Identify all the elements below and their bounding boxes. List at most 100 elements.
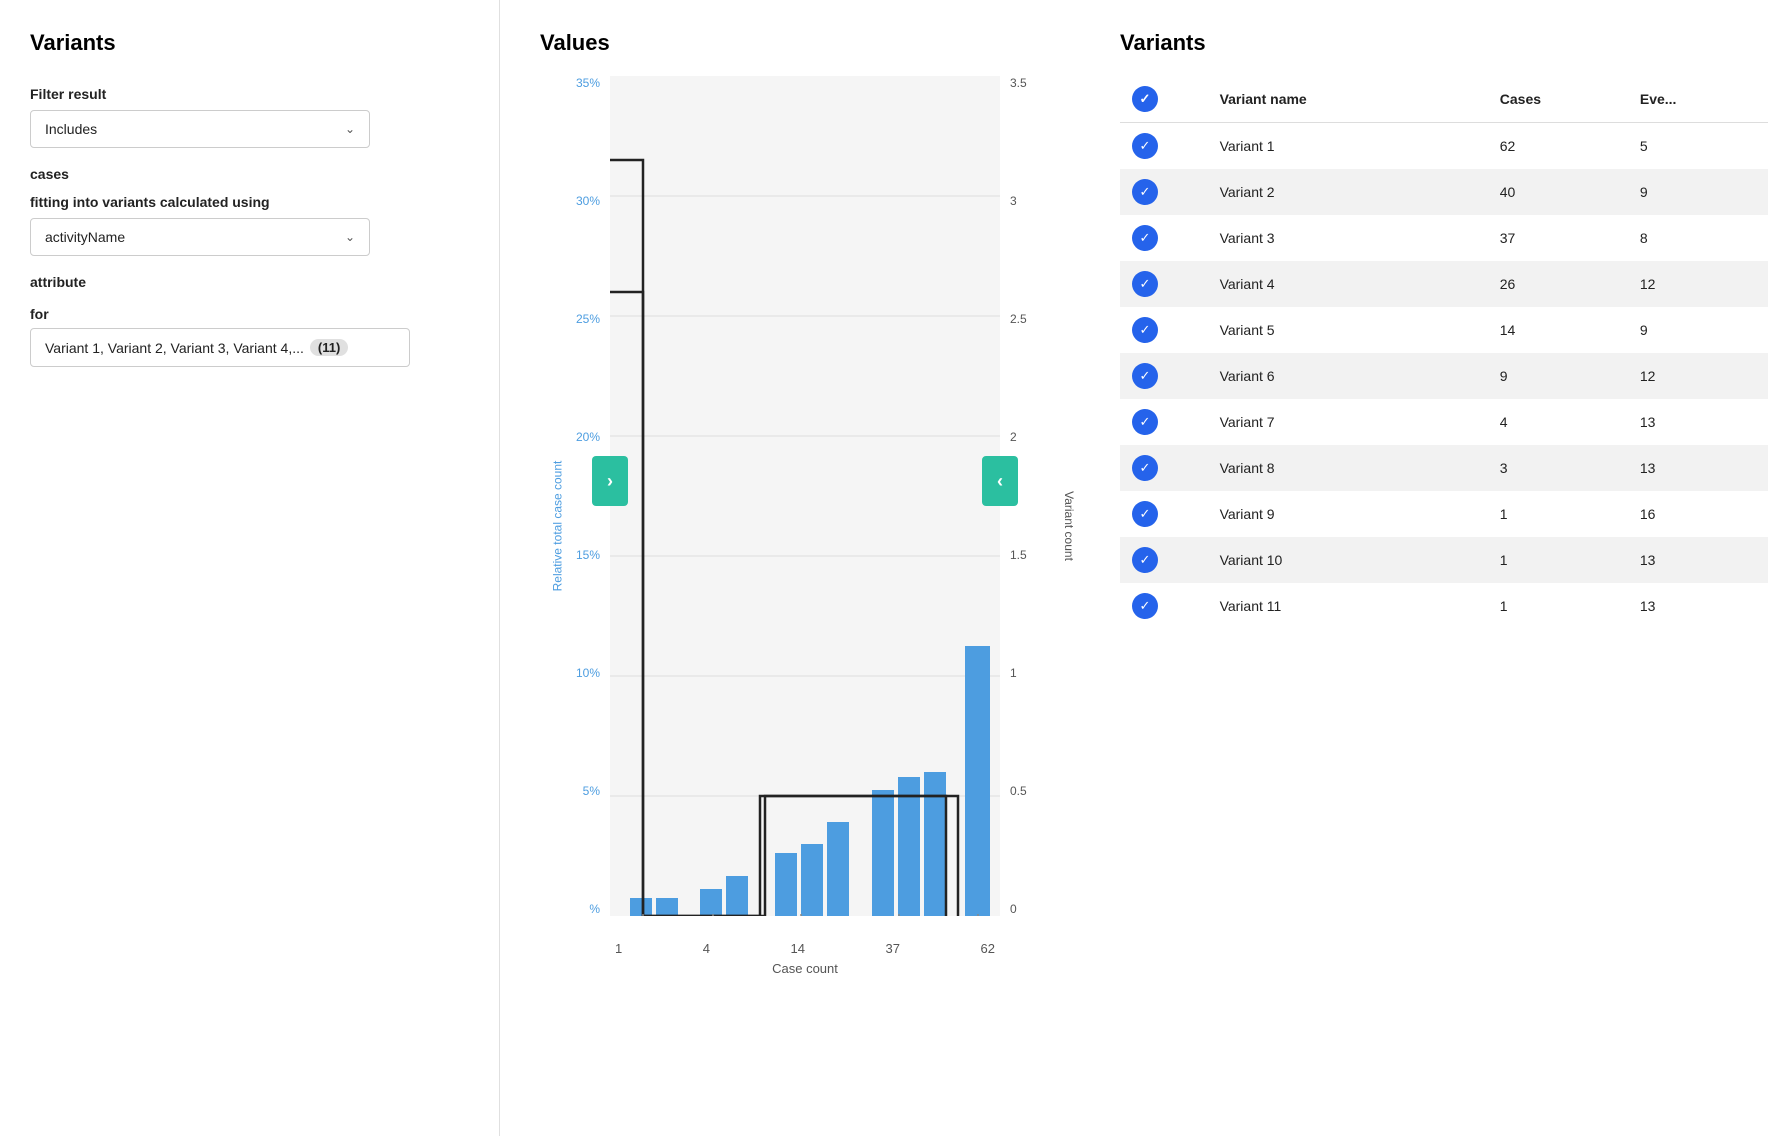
row-events: 9 bbox=[1628, 169, 1768, 215]
chart-svg bbox=[610, 76, 1000, 916]
range-right-button[interactable]: ‹ bbox=[982, 456, 1018, 506]
table-row: ✓ Variant 9 1 16 bbox=[1120, 491, 1768, 537]
fitting-into-value: activityName bbox=[45, 229, 125, 245]
left-panel: Variants Filter result Includes ⌄ cases … bbox=[0, 0, 500, 1136]
fitting-into-label: fitting into variants calculated using bbox=[30, 194, 469, 210]
table-row: ✓ Variant 11 1 13 bbox=[1120, 583, 1768, 629]
table-row: ✓ Variant 3 37 8 bbox=[1120, 215, 1768, 261]
fitting-into-chevron: ⌄ bbox=[345, 230, 355, 244]
row-variant-name: Variant 3 bbox=[1208, 215, 1488, 261]
row-events: 13 bbox=[1628, 445, 1768, 491]
row-check-icon[interactable]: ✓ bbox=[1132, 225, 1158, 251]
table-row: ✓ Variant 1 62 5 bbox=[1120, 123, 1768, 170]
row-cases: 3 bbox=[1488, 445, 1628, 491]
row-check-cell: ✓ bbox=[1120, 353, 1208, 399]
row-check-icon[interactable]: ✓ bbox=[1132, 363, 1158, 389]
row-check-cell: ✓ bbox=[1120, 215, 1208, 261]
right-panel: Variants ✓ Variant name Cases Eve... ✓ V… bbox=[1100, 0, 1788, 1136]
row-check-icon[interactable]: ✓ bbox=[1132, 455, 1158, 481]
left-panel-title: Variants bbox=[30, 30, 469, 56]
table-row: ✓ Variant 5 14 9 bbox=[1120, 307, 1768, 353]
row-check-cell: ✓ bbox=[1120, 123, 1208, 170]
col-header-cases: Cases bbox=[1488, 76, 1628, 123]
row-cases: 14 bbox=[1488, 307, 1628, 353]
row-check-cell: ✓ bbox=[1120, 445, 1208, 491]
row-check-icon[interactable]: ✓ bbox=[1132, 133, 1158, 159]
table-row: ✓ Variant 2 40 9 bbox=[1120, 169, 1768, 215]
row-variant-name: Variant 2 bbox=[1208, 169, 1488, 215]
row-variant-name: Variant 4 bbox=[1208, 261, 1488, 307]
row-check-icon[interactable]: ✓ bbox=[1132, 179, 1158, 205]
cases-label: cases bbox=[30, 166, 469, 182]
row-variant-name: Variant 10 bbox=[1208, 537, 1488, 583]
x-axis-ticks: 1 4 14 37 62 bbox=[610, 941, 1000, 956]
row-variant-name: Variant 5 bbox=[1208, 307, 1488, 353]
table-row: ✓ Variant 6 9 12 bbox=[1120, 353, 1768, 399]
table-row: ✓ Variant 4 26 12 bbox=[1120, 261, 1768, 307]
row-cases: 1 bbox=[1488, 583, 1628, 629]
row-events: 13 bbox=[1628, 399, 1768, 445]
row-events: 9 bbox=[1628, 307, 1768, 353]
filter-result-select[interactable]: Includes ⌄ bbox=[30, 110, 370, 148]
attribute-label: attribute bbox=[30, 274, 469, 290]
row-variant-name: Variant 9 bbox=[1208, 491, 1488, 537]
row-variant-name: Variant 7 bbox=[1208, 399, 1488, 445]
row-cases: 4 bbox=[1488, 399, 1628, 445]
col-header-events: Eve... bbox=[1628, 76, 1768, 123]
row-events: 12 bbox=[1628, 261, 1768, 307]
row-events: 12 bbox=[1628, 353, 1768, 399]
row-check-cell: ✓ bbox=[1120, 583, 1208, 629]
row-events: 16 bbox=[1628, 491, 1768, 537]
row-cases: 1 bbox=[1488, 491, 1628, 537]
for-badge: (11) bbox=[310, 339, 348, 356]
col-header-check: ✓ bbox=[1120, 76, 1208, 123]
row-cases: 26 bbox=[1488, 261, 1628, 307]
col-header-name: Variant name bbox=[1208, 76, 1488, 123]
filter-result-chevron: ⌄ bbox=[345, 122, 355, 136]
table-row: ✓ Variant 8 3 13 bbox=[1120, 445, 1768, 491]
fitting-into-select[interactable]: activityName ⌄ bbox=[30, 218, 370, 256]
right-panel-title: Variants bbox=[1120, 30, 1768, 56]
row-check-cell: ✓ bbox=[1120, 307, 1208, 353]
row-cases: 37 bbox=[1488, 215, 1628, 261]
row-check-icon[interactable]: ✓ bbox=[1132, 409, 1158, 435]
for-value: Variant 1, Variant 2, Variant 3, Variant… bbox=[45, 340, 304, 356]
row-variant-name: Variant 1 bbox=[1208, 123, 1488, 170]
filter-result-label: Filter result bbox=[30, 86, 469, 102]
chart-container: 35% 30% 25% 20% 15% 10% 5% % 3.5 3 2.5 2… bbox=[540, 76, 1060, 976]
row-check-cell: ✓ bbox=[1120, 169, 1208, 215]
row-check-icon[interactable]: ✓ bbox=[1132, 501, 1158, 527]
row-variant-name: Variant 8 bbox=[1208, 445, 1488, 491]
y-axis-right-title: Variant count bbox=[1062, 491, 1076, 561]
row-check-cell: ✓ bbox=[1120, 537, 1208, 583]
row-check-icon[interactable]: ✓ bbox=[1132, 317, 1158, 343]
filter-result-value: Includes bbox=[45, 121, 97, 137]
row-events: 13 bbox=[1628, 583, 1768, 629]
row-check-icon[interactable]: ✓ bbox=[1132, 547, 1158, 573]
row-cases: 40 bbox=[1488, 169, 1628, 215]
center-panel: Values 35% 30% 25% 20% 15% 10% 5% % 3.5 … bbox=[500, 0, 1100, 1136]
row-check-icon[interactable]: ✓ bbox=[1132, 271, 1158, 297]
table-row: ✓ Variant 10 1 13 bbox=[1120, 537, 1768, 583]
row-cases: 9 bbox=[1488, 353, 1628, 399]
x-axis-title: Case count bbox=[610, 961, 1000, 976]
row-events: 5 bbox=[1628, 123, 1768, 170]
row-variant-name: Variant 6 bbox=[1208, 353, 1488, 399]
row-variant-name: Variant 11 bbox=[1208, 583, 1488, 629]
table-row: ✓ Variant 7 4 13 bbox=[1120, 399, 1768, 445]
row-events: 13 bbox=[1628, 537, 1768, 583]
row-check-cell: ✓ bbox=[1120, 399, 1208, 445]
row-check-icon[interactable]: ✓ bbox=[1132, 593, 1158, 619]
row-cases: 1 bbox=[1488, 537, 1628, 583]
row-check-cell: ✓ bbox=[1120, 261, 1208, 307]
y-axis-left-title: Relative total case count bbox=[550, 461, 564, 592]
for-field[interactable]: Variant 1, Variant 2, Variant 3, Variant… bbox=[30, 328, 410, 367]
header-check-icon[interactable]: ✓ bbox=[1132, 86, 1158, 112]
row-events: 8 bbox=[1628, 215, 1768, 261]
range-left-button[interactable]: › bbox=[592, 456, 628, 506]
variants-table: ✓ Variant name Cases Eve... ✓ Variant 1 … bbox=[1120, 76, 1768, 629]
row-check-cell: ✓ bbox=[1120, 491, 1208, 537]
center-title: Values bbox=[540, 30, 1080, 56]
for-label: for bbox=[30, 306, 469, 322]
row-cases: 62 bbox=[1488, 123, 1628, 170]
